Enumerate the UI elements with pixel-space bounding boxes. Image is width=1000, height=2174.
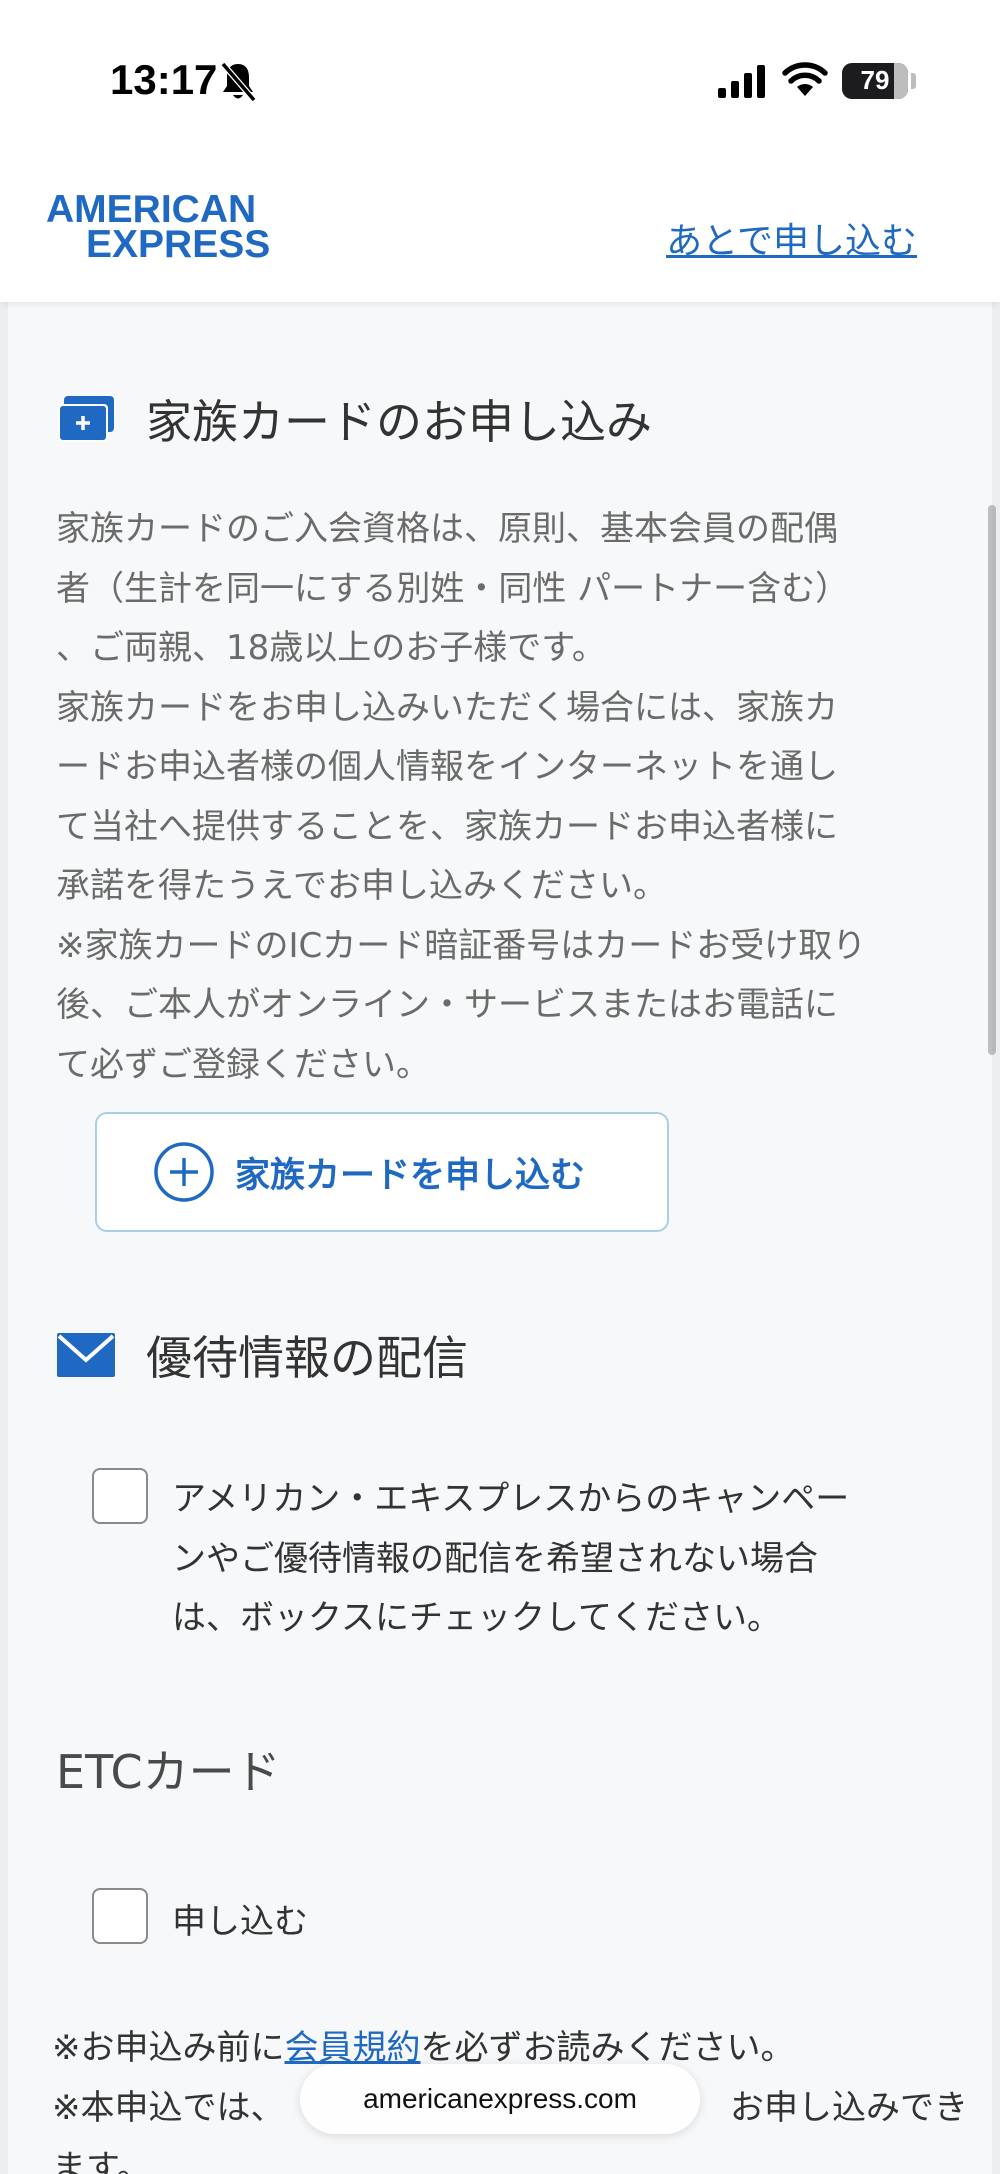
note-terms-suffix: を必ずお読みください。 (420, 2028, 795, 2068)
site-header: AMERICAN EXPRESS あとで申し込む (0, 150, 1000, 302)
content-left-edge (0, 302, 8, 2174)
terms-link[interactable]: 会員規約 (285, 2028, 421, 2068)
status-bar: 13:17 79 (0, 0, 1000, 150)
note-application-end: お申し込みでき (730, 2088, 968, 2128)
etc-card-checkbox[interactable] (92, 1888, 148, 1944)
battery-tip (911, 73, 916, 89)
promotions-opt-out-label: アメリカン・エキスプレスからのキャンペー ンやご優待情報の配信を希望されない場合… (172, 1479, 850, 1638)
cellular-signal-icon (718, 65, 765, 98)
promotions-title: 優待情報の配信 (146, 1331, 468, 1385)
note-terms-prefix: ※お申込み前に (52, 2028, 285, 2068)
scrollbar[interactable] (988, 505, 996, 1055)
battery-percentage: 79 (860, 65, 890, 95)
apply-later-link[interactable]: あとで申し込む (666, 212, 917, 264)
promotions-heading: 優待情報の配信 (56, 1322, 468, 1388)
logo-line-1: AMERICAN (46, 188, 257, 231)
url-text: americanexpress.com (363, 2083, 637, 2114)
note-application-start: ※本申込では、 (52, 2088, 285, 2128)
logo-line-2: EXPRESS (86, 223, 271, 266)
family-card-description: 家族カードのご入会資格は、原則、基本会員の配偶 者（生計を同一にする別姓・同性 … (56, 509, 867, 1085)
address-bar[interactable]: americanexpress.com (300, 2064, 700, 2134)
plus-circle-icon (154, 1142, 214, 1202)
etc-card-label: 申し込む (172, 1902, 308, 1942)
family-card-heading: 家族カードのお申し込み (56, 386, 652, 452)
envelope-icon (57, 1333, 115, 1377)
apply-family-card-label: 家族カードを申し込む (235, 1155, 586, 1196)
note-application-continued: ます。 (52, 2148, 151, 2174)
credit-card-plus-icon (58, 396, 114, 442)
promotions-opt-out-checkbox[interactable] (92, 1468, 148, 1524)
apply-family-card-button[interactable]: 家族カードを申し込む (95, 1112, 669, 1232)
amex-logo[interactable]: AMERICAN EXPRESS (46, 188, 306, 266)
status-time: 13:17 (110, 56, 218, 103)
family-card-title: 家族カードのお申し込み (146, 395, 652, 449)
etc-card-title: ETCカード (56, 1745, 281, 1799)
wifi-icon (782, 62, 828, 96)
bell-slash-icon (220, 62, 257, 102)
battery-icon: 79 (842, 63, 908, 99)
